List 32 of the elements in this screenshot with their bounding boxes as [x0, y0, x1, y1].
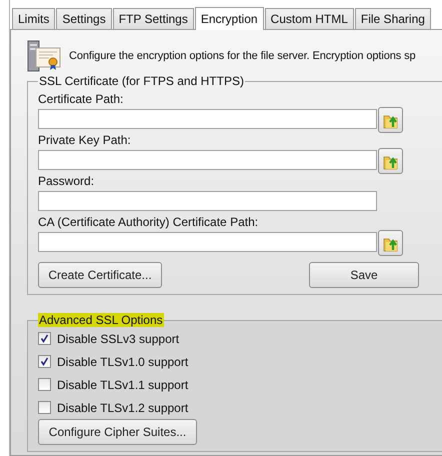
field-label: CA (Certificate Authority) Certificate Path: — [38, 215, 260, 230]
checkbox-label: Disable TLSv1.1 support — [57, 378, 188, 392]
save-button[interactable]: Save — [309, 262, 419, 288]
checkbox-label: Disable SSLv3 support — [57, 332, 180, 346]
input-field[interactable] — [38, 232, 377, 252]
checkbox[interactable] — [38, 378, 51, 391]
tab[interactable]: Limits — [12, 8, 56, 29]
field-label: Private Key Path: — [38, 133, 132, 148]
tab[interactable]: File Sharing — [354, 8, 431, 29]
input-field[interactable] — [38, 109, 377, 129]
create-certificate-button[interactable]: Create Certificate... — [38, 262, 162, 288]
checkbox-label: Disable TLSv1.0 support — [57, 354, 188, 368]
input-field[interactable] — [38, 150, 377, 170]
field-label: Certificate Path: — [38, 92, 124, 107]
certificate-server-icon — [27, 40, 61, 72]
configure-cipher-suites-button[interactable]: Configure Cipher Suites... — [38, 419, 197, 445]
group-title: Advanced SSL Options — [38, 313, 164, 327]
checkbox[interactable] — [38, 401, 51, 414]
browse-button[interactable] — [378, 107, 403, 133]
tab[interactable]: Custom HTML — [264, 8, 354, 29]
tab[interactable]: FTP Settings — [112, 8, 194, 29]
field-label: Password: — [38, 174, 96, 189]
input-field[interactable] — [38, 191, 377, 211]
checkbox[interactable] — [38, 355, 51, 368]
browse-button[interactable] — [378, 230, 403, 256]
browse-button[interactable] — [378, 148, 403, 174]
tab[interactable]: Encryption — [194, 7, 264, 30]
tab[interactable]: Settings — [56, 8, 112, 29]
checkbox-label: Disable TLSv1.2 support — [57, 400, 188, 414]
group-title: SSL Certificate (for FTPS and HTTPS) — [38, 74, 245, 88]
description-text: Configure the encryption options for the file server. Encryption options sp — [69, 50, 416, 62]
checkbox[interactable] — [38, 332, 51, 345]
